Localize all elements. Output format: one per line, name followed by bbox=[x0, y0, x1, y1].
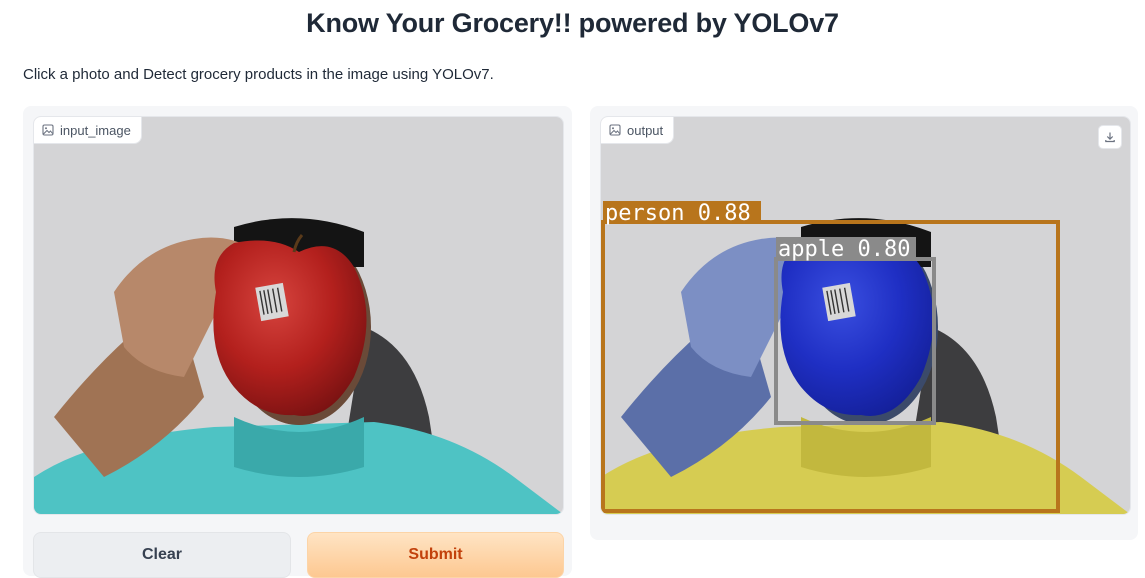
clear-button-label: Clear bbox=[141, 546, 183, 563]
output-image-label-text: output bbox=[627, 122, 664, 138]
download-button[interactable] bbox=[1098, 125, 1122, 149]
input-photo bbox=[34, 117, 563, 514]
image-icon bbox=[42, 124, 54, 136]
download-icon bbox=[1104, 131, 1116, 143]
submit-button[interactable]: Submit bbox=[307, 532, 564, 578]
page-title: Know Your Grocery!! powered by YOLOv7 bbox=[306, 8, 839, 38]
output-image-label: output bbox=[601, 117, 675, 144]
input-image-dropzone[interactable]: input_image bbox=[33, 116, 564, 515]
output-photo: person 0.88 apple 0.80 bbox=[601, 117, 1130, 514]
input-image-label-text: input_image bbox=[60, 122, 131, 138]
clear-button[interactable]: Clear bbox=[33, 532, 291, 578]
page-description: Click a photo and Detect grocery product… bbox=[23, 66, 494, 83]
person-detection-label: person 0.88 bbox=[605, 201, 751, 226]
submit-button-label: Submit bbox=[408, 546, 463, 563]
input-image-label: input_image bbox=[34, 117, 142, 144]
apple-detection-label: apple 0.80 bbox=[778, 237, 910, 262]
output-image: output person 0.88 apple 0.80 bbox=[600, 116, 1131, 515]
image-icon bbox=[609, 124, 621, 136]
